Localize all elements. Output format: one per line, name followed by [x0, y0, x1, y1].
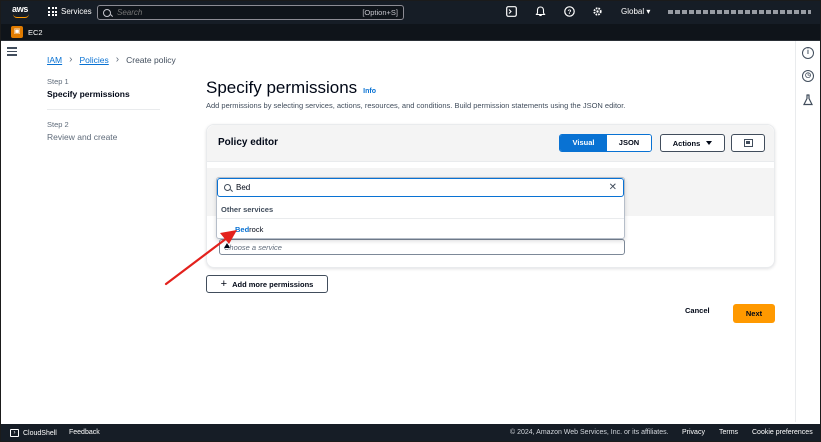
step-2-number: Step 2: [47, 120, 69, 129]
terms-link[interactable]: Terms: [719, 429, 738, 436]
json-mode-button[interactable]: JSON: [607, 135, 651, 151]
global-search[interactable]: [Option+S]: [97, 5, 404, 20]
add-more-permissions-button[interactable]: + Add more permissions: [206, 275, 328, 293]
step-1-number: Step 1: [47, 77, 69, 86]
breadcrumb-current: Create policy: [126, 54, 176, 65]
service-filter-value: Bed: [236, 183, 251, 192]
next-button[interactable]: Next: [733, 304, 775, 323]
help-icon[interactable]: ?: [563, 6, 575, 18]
grid-icon: [48, 7, 57, 16]
chevron-right-icon: ›: [115, 54, 120, 65]
global-search-input[interactable]: [117, 8, 347, 17]
cloudshell-label: CloudShell: [23, 429, 57, 437]
cloudshell-footer-button[interactable]: › CloudShell: [10, 429, 57, 437]
hamburger-menu-icon[interactable]: [7, 47, 17, 56]
step-2-label[interactable]: Review and create: [47, 132, 117, 142]
favorites-bar: ▣ EC2: [1, 24, 820, 41]
privacy-link[interactable]: Privacy: [682, 429, 705, 436]
page-title: Specify permissions Info: [206, 78, 376, 98]
caret-up-icon: [224, 243, 230, 248]
terminal-icon: ›: [10, 429, 19, 437]
option-rest-text: rock: [249, 225, 264, 234]
policy-editor-title: Policy editor: [218, 137, 279, 148]
cancel-button[interactable]: Cancel: [685, 306, 710, 315]
plus-icon: +: [220, 278, 228, 290]
account-menu-redacted[interactable]: [668, 10, 811, 14]
copyright-text: © 2024, Amazon Web Services, Inc. or its…: [510, 429, 669, 436]
breadcrumb-iam[interactable]: IAM: [47, 55, 62, 65]
top-navigation: aws Services [Option+S] ? Global ▾: [1, 1, 820, 24]
bell-icon[interactable]: [534, 6, 546, 18]
footer: › CloudShell Feedback © 2024, Amazon Web…: [1, 424, 820, 441]
actions-label: Actions: [672, 138, 701, 148]
svg-text:?: ?: [567, 9, 571, 16]
split-panel-icon: [744, 139, 753, 147]
cookie-preferences-link[interactable]: Cookie preferences: [752, 429, 813, 436]
breadcrumb: IAM › Policies › Create policy: [47, 54, 176, 65]
service-dropdown-panel: Bed ✕ Other services Bedrock: [216, 177, 625, 239]
dropdown-separator: [217, 218, 624, 219]
chevron-right-icon: ›: [69, 54, 73, 65]
page-description: Add permissions by selecting services, a…: [206, 101, 626, 110]
right-utility-rail: i ◷: [795, 41, 820, 422]
dropdown-group-label: Other services: [221, 205, 274, 214]
ec2-service-icon[interactable]: ▣: [11, 26, 23, 38]
favorite-ec2[interactable]: EC2: [28, 28, 43, 37]
info-panel-icon[interactable]: i: [802, 47, 814, 59]
services-menu-button[interactable]: Services: [48, 7, 92, 16]
caret-down-icon: [706, 141, 713, 145]
step-divider: [47, 109, 160, 110]
step-1-label: Specify permissions: [47, 89, 130, 99]
gear-icon[interactable]: [591, 6, 603, 18]
aws-logo-text: aws: [12, 4, 29, 14]
choose-service-select[interactable]: Choose a service: [219, 239, 625, 255]
page-title-text: Specify permissions: [206, 78, 358, 97]
aws-logo[interactable]: aws: [12, 4, 32, 20]
search-icon: [224, 184, 231, 191]
actions-dropdown-button[interactable]: Actions: [660, 134, 725, 152]
breadcrumb-policies[interactable]: Policies: [79, 55, 108, 65]
aws-smile-icon: [13, 14, 29, 18]
layout-toggle-button[interactable]: [731, 134, 765, 152]
cloudshell-icon[interactable]: [505, 6, 517, 18]
region-selector[interactable]: Global ▾: [621, 7, 650, 16]
visual-mode-button[interactable]: Visual: [560, 135, 607, 151]
history-icon[interactable]: ◷: [802, 70, 814, 82]
editor-mode-toggle: Visual JSON: [559, 134, 652, 152]
service-option-bedrock[interactable]: Bedrock: [235, 225, 263, 234]
add-more-label: Add more permissions: [232, 279, 314, 289]
policy-editor-header: Policy editor Visual JSON Actions: [207, 125, 774, 162]
search-shortcut-hint: [Option+S]: [362, 8, 398, 17]
option-match-highlight: Bed: [235, 225, 250, 234]
search-icon: [103, 8, 111, 17]
clear-icon[interactable]: ✕: [609, 182, 617, 193]
service-filter-input[interactable]: Bed ✕: [217, 178, 624, 197]
choose-service-placeholder: Choose a service: [224, 243, 282, 252]
services-label: Services: [61, 7, 92, 16]
browser-frame: aws Services [Option+S] ? Global ▾ ▣ EC2: [0, 0, 821, 442]
feedback-link[interactable]: Feedback: [69, 429, 100, 436]
info-link[interactable]: Info: [363, 88, 376, 95]
flask-icon[interactable]: [802, 93, 814, 106]
